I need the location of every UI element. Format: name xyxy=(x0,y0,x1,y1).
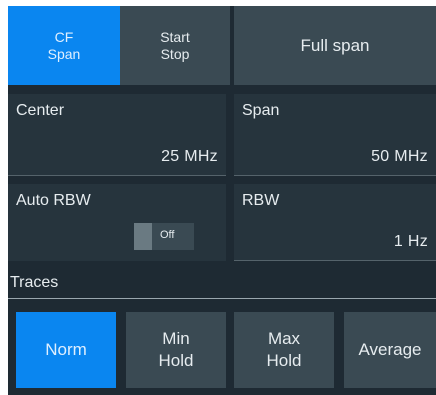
trace-norm-button[interactable]: Norm xyxy=(16,312,116,388)
cf-span-line1: CF xyxy=(54,28,74,45)
full-span-button[interactable]: Full span xyxy=(234,6,436,85)
rbw-underline xyxy=(234,260,436,261)
trace-norm-label: Norm xyxy=(45,340,87,359)
center-frequency-field[interactable]: Center 25 MHz xyxy=(8,94,226,176)
traces-divider xyxy=(8,298,436,299)
rbw-label: RBW xyxy=(242,192,280,209)
center-label: Center xyxy=(16,102,65,119)
span-underline xyxy=(234,175,436,176)
rbw-value: 1 Hz xyxy=(393,233,428,250)
auto-rbw-field: Auto RBW Off xyxy=(8,184,226,261)
auto-rbw-label: Auto RBW xyxy=(16,192,91,209)
span-value: 50 MHz xyxy=(371,148,428,165)
span-field[interactable]: Span 50 MHz xyxy=(234,94,436,176)
trace-max-hold-line2: Hold xyxy=(266,351,302,370)
auto-rbw-state: Off xyxy=(160,229,175,241)
start-stop-line1: Start xyxy=(160,28,190,45)
trace-max-hold-button[interactable]: Max Hold xyxy=(234,312,334,388)
trace-average-label: Average xyxy=(358,340,422,359)
center-underline xyxy=(8,175,226,176)
center-value: 25 MHz xyxy=(161,148,218,165)
toggle-knob xyxy=(134,223,152,250)
spectrum-settings-panel: CF Span Start Stop Full span Center 25 M… xyxy=(8,6,436,395)
cf-span-line2: Span xyxy=(47,45,81,62)
span-label: Span xyxy=(242,102,280,119)
trace-average-button[interactable]: Average xyxy=(344,312,436,388)
trace-min-hold-line1: Min xyxy=(162,329,190,348)
traces-section-title: Traces xyxy=(10,274,59,291)
rbw-field[interactable]: RBW 1 Hz xyxy=(234,184,436,261)
trace-min-hold-line2: Hold xyxy=(158,351,194,370)
trace-max-hold-line1: Max xyxy=(267,329,301,348)
trace-min-hold-button[interactable]: Min Hold xyxy=(126,312,226,388)
full-span-label: Full span xyxy=(300,35,370,55)
start-stop-button[interactable]: Start Stop xyxy=(120,6,230,85)
cf-span-button[interactable]: CF Span xyxy=(8,6,120,85)
auto-rbw-toggle[interactable]: Off xyxy=(134,223,194,250)
start-stop-line2: Stop xyxy=(160,45,190,62)
